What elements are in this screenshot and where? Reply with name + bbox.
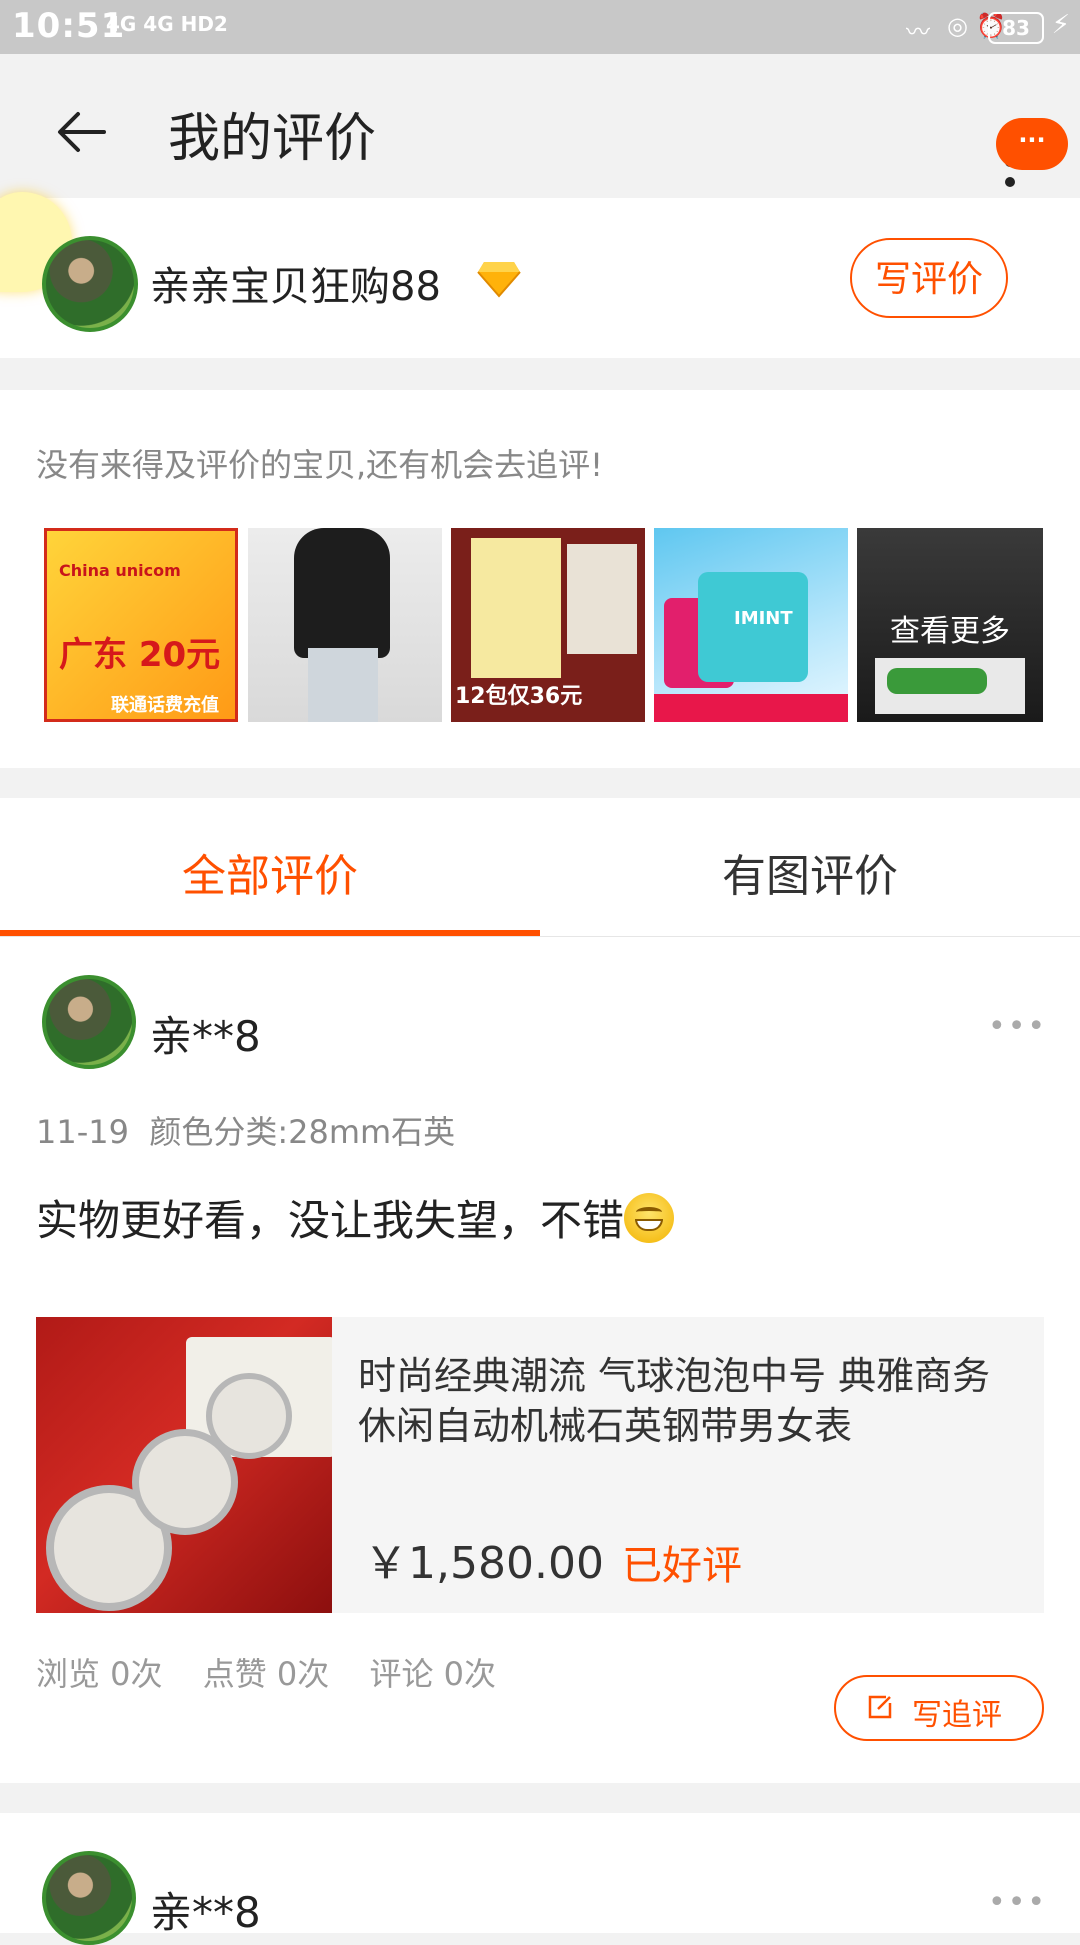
review-username: 亲**8 [150, 1012, 261, 1061]
unicom-logo: China unicom [59, 561, 181, 580]
lock-rotation-icon: ◎ [947, 12, 968, 40]
pending-item-thumbnail[interactable]: China unicom 广东 20元 联通话费充值 [44, 528, 238, 722]
tab-photo-reviews[interactable]: 有图评价 [540, 840, 1080, 904]
thumbnail-caption: IMINT [734, 608, 793, 629]
thumbnail-caption: 12包仅36元 [455, 684, 583, 709]
review-tabs: 全部评价 有图评价 [0, 798, 1080, 937]
review-stats: 浏览 0次 点赞 0次 评论 0次 [36, 1649, 526, 1695]
crocodile-toy-icon [887, 668, 987, 694]
pending-item-thumbnail[interactable] [248, 528, 442, 722]
status-bar: 10:51 4G 4G HD2 〰 ◎ ⏰ 83 ⚡ [0, 0, 1080, 54]
thumbnail-caption: 联通话费充值 [111, 695, 219, 716]
avatar[interactable] [42, 1851, 136, 1945]
write-followup-label: 写追评 [912, 1698, 1002, 1733]
diamond-level-icon [477, 262, 521, 298]
review-text-row: 实物更好看，没让我失望，不错 [36, 1187, 675, 1248]
battery-indicator: 83 [988, 12, 1044, 44]
more-options-icon[interactable]: ••• [988, 1885, 1047, 1920]
more-options-icon[interactable]: ••• [988, 1009, 1047, 1044]
pending-item-thumbnail[interactable]: IMINT [654, 528, 848, 722]
review-status: 已好评 [622, 1543, 742, 1589]
write-followup-button[interactable]: 写追评 [834, 1675, 1044, 1741]
see-more-label[interactable]: 查看更多 [857, 606, 1043, 650]
charging-icon: ⚡ [1051, 10, 1070, 40]
app-header: 我的评价 ··· [0, 54, 1080, 198]
message-badge[interactable]: ··· [996, 118, 1068, 170]
vibrate-icon: 〰 [906, 18, 930, 46]
review-meta: 11-19 颜色分类:28mm石英 [36, 1107, 455, 1153]
status-network: 4G 4G HD2 [106, 12, 228, 36]
likes-count: 点赞 0次 [202, 1655, 330, 1693]
see-more-thumbnail[interactable]: 查看更多 [857, 528, 1043, 722]
grin-emoji-icon [624, 1193, 675, 1243]
review-card: 亲**8 ••• [0, 1813, 1080, 1945]
page-title: 我的评价 [168, 109, 377, 169]
pending-review-section: 没有来得及评价的宝贝,还有机会去追评! China unicom 广东 20元 … [0, 390, 1080, 768]
product-title: 时尚经典潮流 气球泡泡中号 典雅商务休闲自动机械石英钢带男女表 [358, 1354, 991, 1448]
views-count: 浏览 0次 [36, 1655, 163, 1693]
avatar[interactable] [42, 975, 136, 1069]
review-text: 实物更好看，没让我失望，不错 [36, 1196, 625, 1245]
product-image[interactable] [36, 1317, 332, 1613]
product-price: ￥1,580.00 [364, 1538, 604, 1589]
write-review-button[interactable]: 写评价 [850, 238, 1008, 318]
review-date: 11-19 [36, 1113, 129, 1151]
pending-hint: 没有来得及评价的宝贝,还有机会去追评! [36, 446, 604, 484]
profile-username: 亲亲宝贝狂购88 [150, 264, 441, 310]
review-card: 亲**8 ••• 11-19 颜色分类:28mm石英 实物更好看，没让我失望，不… [0, 937, 1080, 1783]
watch-icon [206, 1373, 292, 1459]
tab-all-reviews[interactable]: 全部评价 [0, 840, 540, 904]
active-tab-indicator [0, 930, 540, 936]
avatar[interactable] [42, 236, 138, 332]
back-arrow-icon[interactable] [52, 102, 112, 162]
review-username: 亲**8 [150, 1888, 261, 1937]
pending-item-thumbnail[interactable]: 12包仅36元 [451, 528, 645, 722]
profile-card: 亲亲宝贝狂购88 写评价 [0, 192, 1080, 358]
review-variant: 颜色分类:28mm石英 [149, 1113, 456, 1151]
thumbnail-headline: 广东 20元 [59, 635, 221, 675]
edit-icon [868, 1695, 892, 1719]
comments-count: 评论 0次 [369, 1655, 496, 1693]
reviewed-product[interactable]: 时尚经典潮流 气球泡泡中号 典雅商务休闲自动机械石英钢带男女表 ￥1,580.0… [36, 1317, 1044, 1613]
